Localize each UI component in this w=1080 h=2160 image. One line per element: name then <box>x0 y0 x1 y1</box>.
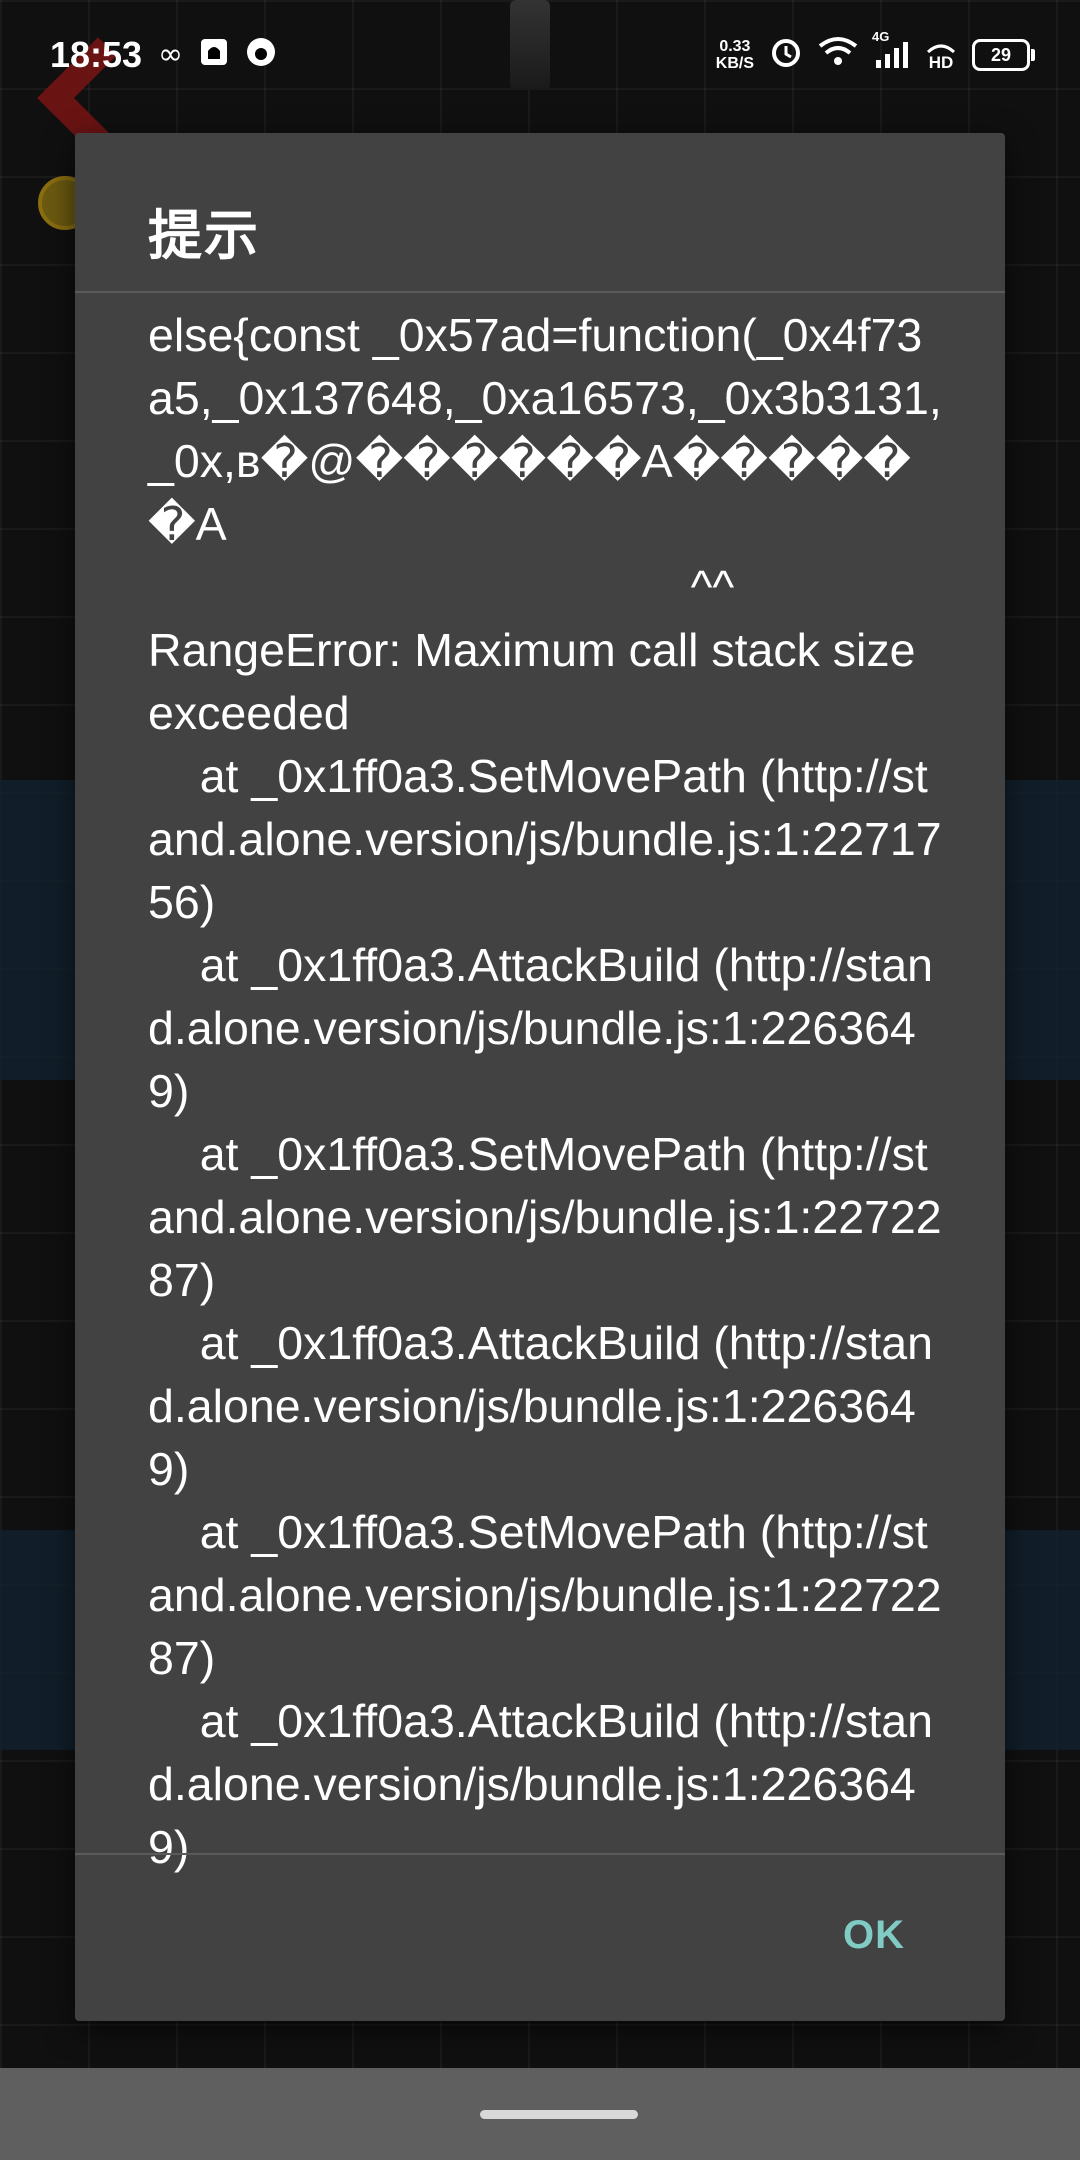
button-divider <box>75 1853 1005 1855</box>
cell-signal-icon: 4G <box>872 30 910 70</box>
message-scroll-area[interactable]: 0x... else{const _0x57ad=function(_0x4f7… <box>75 293 1005 1987</box>
dialog-title: 提示 <box>148 204 260 267</box>
notification-icon <box>199 37 229 73</box>
net-speed: 0.33 KB/S <box>716 38 754 72</box>
battery-level: 29 <box>990 44 1012 65</box>
infinity-icon: ∞ <box>158 37 184 72</box>
hd-icon: HD <box>926 40 956 71</box>
net-speed-value: 0.33 <box>719 38 751 55</box>
home-gesture-handle[interactable] <box>480 2110 638 2119</box>
error-message: 0x... else{const _0x57ad=function(_0x4f7… <box>148 293 942 1873</box>
battery-icon: 29 <box>972 39 1035 71</box>
alert-dialog: 提示 0x... else{const _0x57ad=function(_0x… <box>75 133 1005 2021</box>
hd-label: HD <box>928 52 954 72</box>
ok-button[interactable]: OK <box>833 1903 915 1968</box>
status-time: 18:53 <box>50 34 143 75</box>
status-bar: 18:53 ∞ 0.33 KB/S 4G HD 29 <box>0 0 1080 110</box>
navigation-bar <box>0 2068 1080 2160</box>
net-speed-unit: KB/S <box>715 55 754 72</box>
signal-type: 4G <box>872 29 890 44</box>
wifi-icon <box>818 36 858 74</box>
alarm-icon <box>770 36 802 74</box>
app-icon <box>245 36 277 74</box>
